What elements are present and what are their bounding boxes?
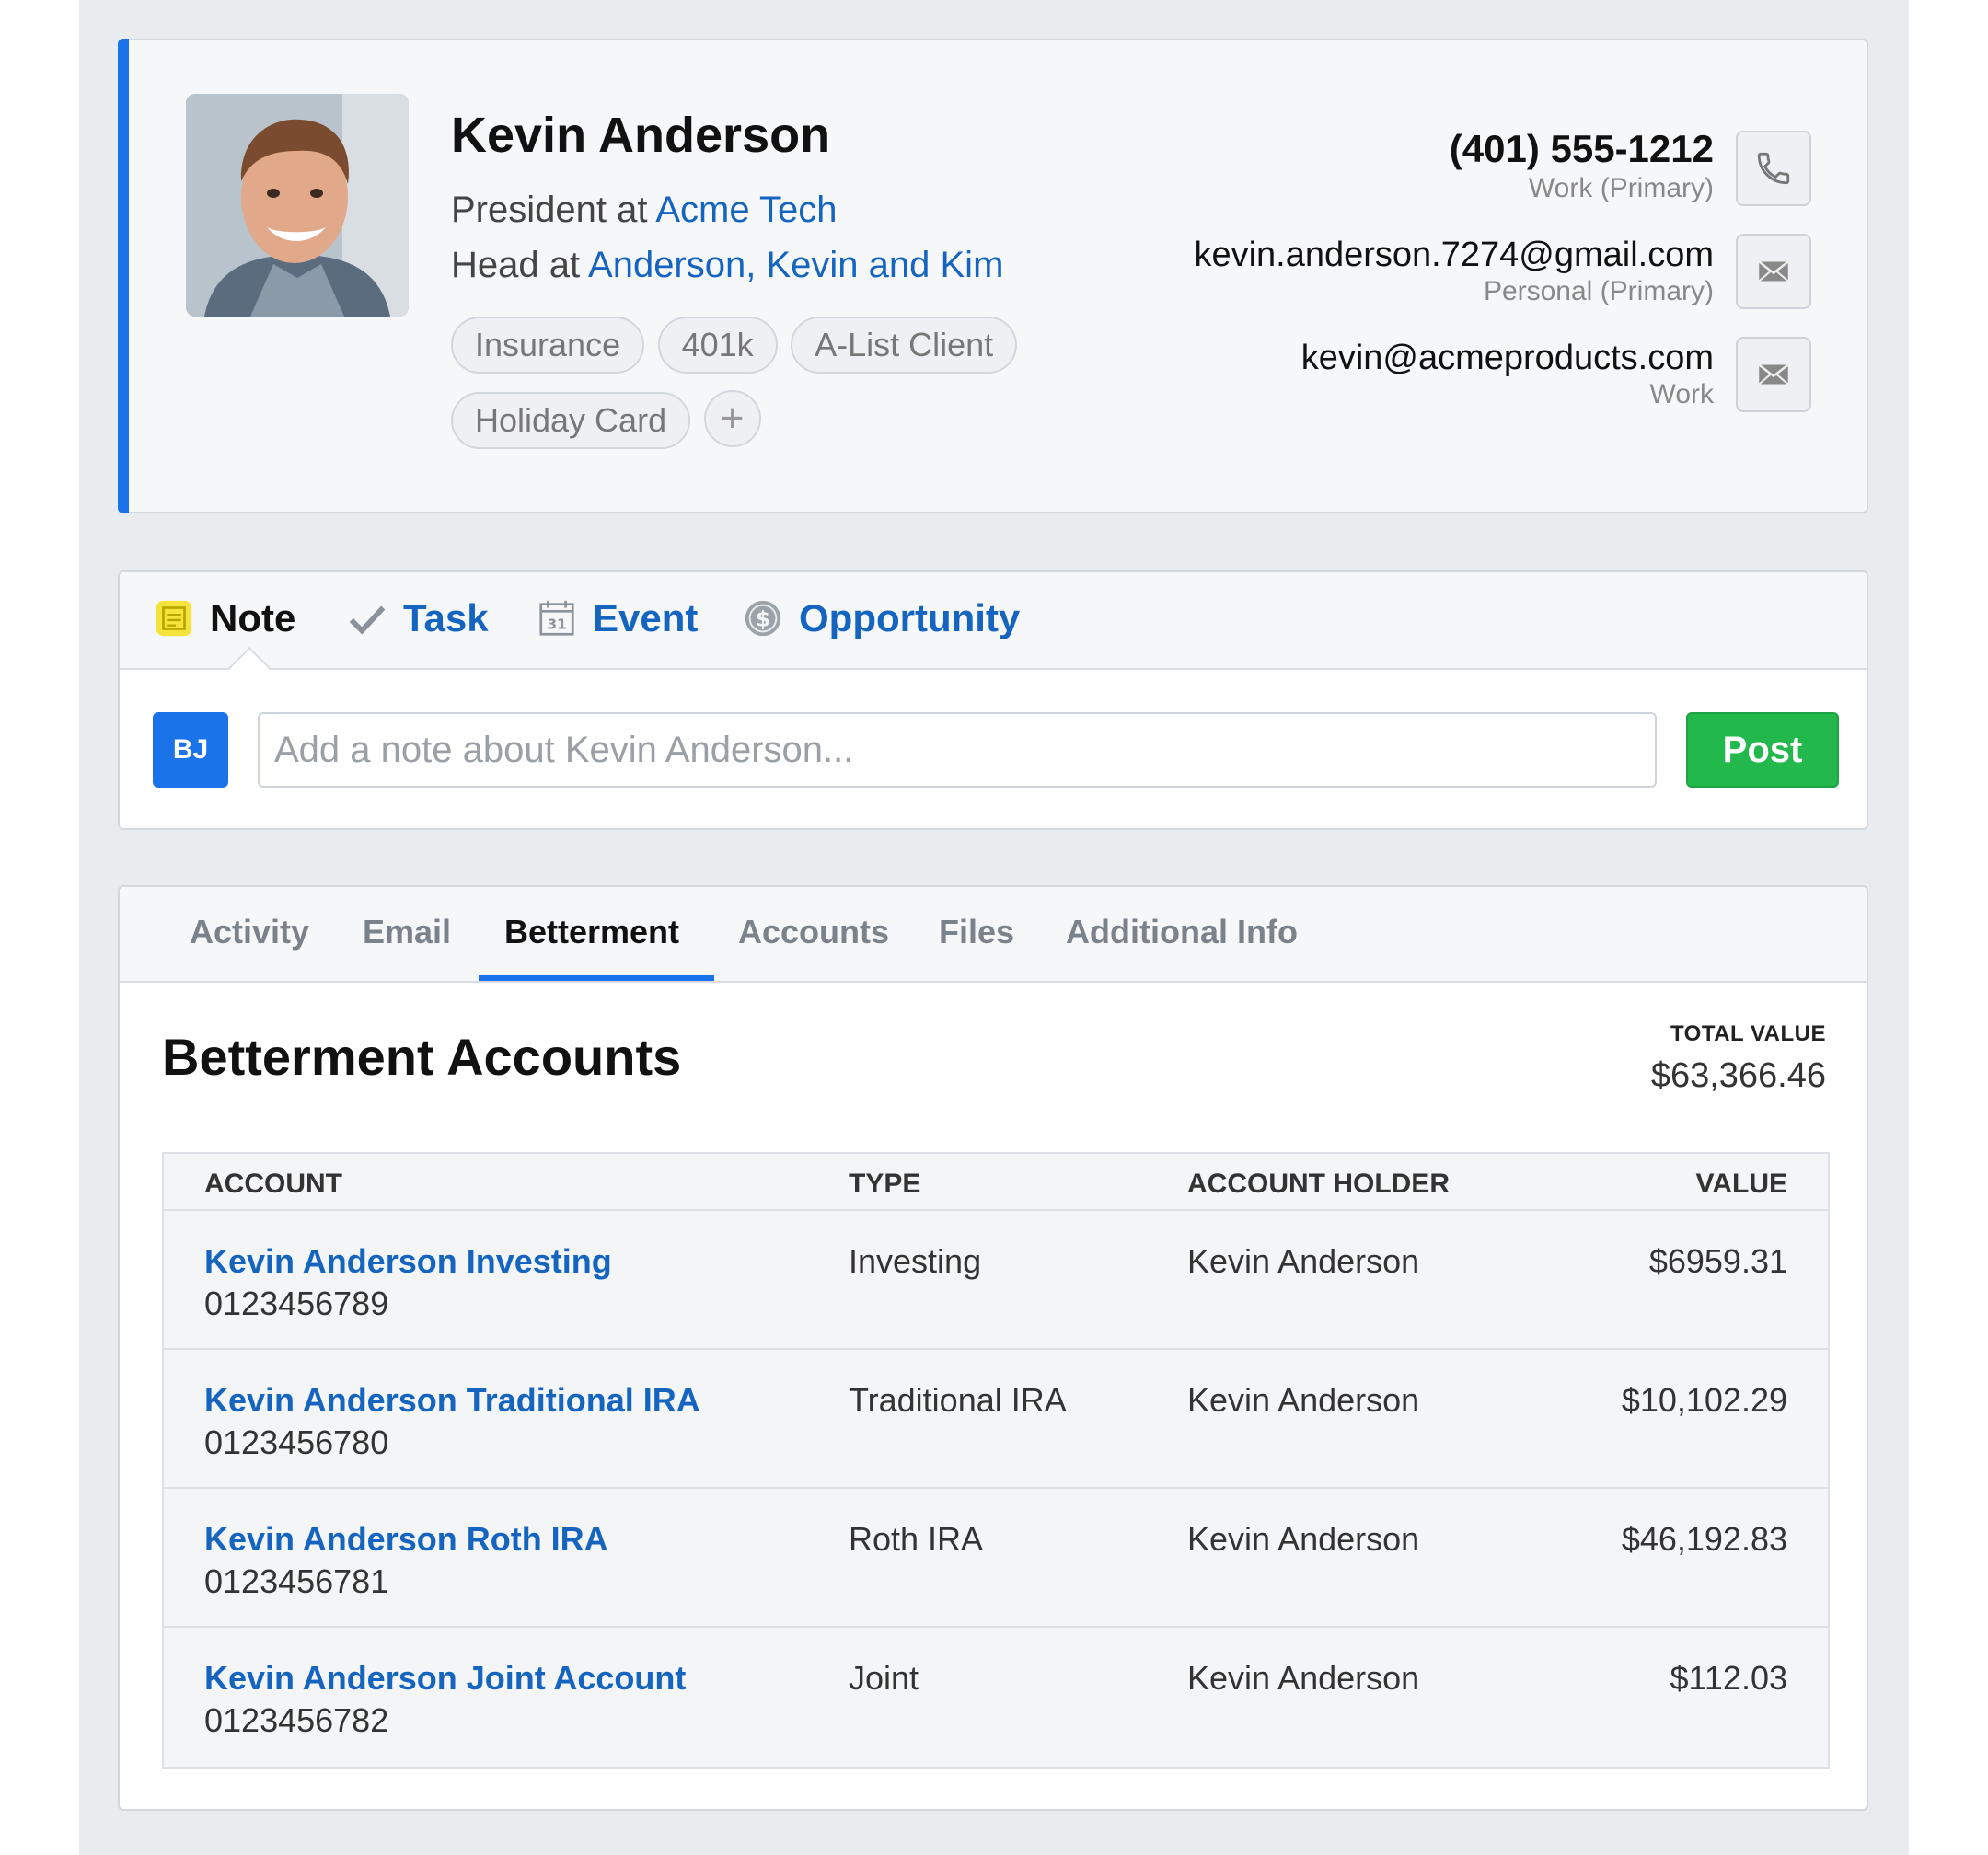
section-title: Betterment Accounts — [162, 1028, 682, 1086]
account-name-link[interactable]: Kevin Anderson Joint Account — [204, 1659, 686, 1698]
account-number: 0123456782 — [204, 1701, 389, 1739]
tab-event-label: Event — [593, 596, 699, 639]
column-header-value: VALUE — [1695, 1169, 1787, 1199]
account-holder: Kevin Anderson — [1187, 1520, 1420, 1558]
tab-event[interactable]: 31 Event — [536, 596, 698, 640]
tab-additional-info[interactable]: Additional Info — [1066, 913, 1298, 951]
tab-betterment[interactable]: Betterment — [504, 913, 679, 951]
tag-401k[interactable]: 401k — [657, 317, 778, 374]
account-type: Investing — [849, 1242, 982, 1280]
dollar-coin-icon: $ — [742, 597, 784, 639]
tab-note[interactable]: Note — [153, 596, 295, 640]
active-tab-indicator — [479, 975, 714, 981]
table-header: ACCOUNT TYPE ACCOUNT HOLDER VALUE — [164, 1154, 1828, 1211]
account-value: $10,102.29 — [1621, 1381, 1787, 1419]
email-work-row: kevin@acmeproducts.com Work — [1112, 337, 1811, 442]
svg-text:$: $ — [756, 608, 770, 632]
account-holder: Kevin Anderson — [1187, 1381, 1420, 1419]
account-value: $6959.31 — [1648, 1242, 1787, 1280]
tab-opportunity[interactable]: $ Opportunity — [742, 596, 1020, 640]
checkmark-icon — [346, 597, 388, 639]
account-number: 0123456780 — [204, 1423, 389, 1461]
table-row: Kevin Anderson Joint Account 0123456782 … — [164, 1628, 1828, 1767]
panel-tabs: Activity Email Betterment Accounts Files… — [120, 887, 1867, 983]
tab-email[interactable]: Email — [363, 913, 451, 951]
table-row: Kevin Anderson Investing 0123456789 Inve… — [164, 1211, 1828, 1350]
tab-activity[interactable]: Activity — [190, 913, 309, 951]
accounts-table: ACCOUNT TYPE ACCOUNT HOLDER VALUE Kevin … — [162, 1152, 1830, 1769]
tag-a-list-client[interactable]: A-List Client — [791, 317, 1018, 374]
call-button[interactable] — [1736, 131, 1811, 206]
table-row: Kevin Anderson Traditional IRA 012345678… — [164, 1350, 1828, 1489]
account-value: $46,192.83 — [1621, 1520, 1787, 1558]
svg-text:31: 31 — [547, 616, 566, 633]
email-work-label: Work — [1649, 379, 1714, 409]
details-panel: Activity Email Betterment Accounts Files… — [118, 885, 1868, 1811]
total-value-label: TOTAL VALUE — [1670, 1021, 1826, 1046]
tab-accounts[interactable]: Accounts — [738, 913, 889, 951]
total-value: $63,366.46 — [1650, 1056, 1826, 1095]
tab-note-label: Note — [210, 596, 296, 639]
email-personal-button[interactable] — [1736, 234, 1811, 309]
envelope-icon — [1758, 363, 1789, 386]
phone-number[interactable]: (401) 555-1212 — [1450, 127, 1714, 171]
add-tag-button[interactable]: + — [703, 390, 761, 447]
contact-card-accent-bar — [118, 39, 129, 513]
note-icon — [153, 597, 195, 639]
company-link[interactable]: Acme Tech — [655, 190, 837, 230]
contact-methods: (401) 555-1212 Work (Primary) kevin.ande… — [1112, 127, 1811, 442]
table-row: Kevin Anderson Roth IRA 0123456781 Roth … — [164, 1489, 1828, 1628]
calendar-icon: 31 — [536, 597, 578, 639]
column-header-account: ACCOUNT — [204, 1169, 342, 1199]
contact-role-primary: President at Acme Tech — [451, 190, 838, 231]
note-input[interactable] — [258, 712, 1657, 788]
household-link[interactable]: Anderson, Kevin and Kim — [588, 245, 1003, 285]
contact-photo — [186, 94, 409, 317]
tab-files[interactable]: Files — [939, 913, 1014, 951]
email-work[interactable]: kevin@acmeproducts.com — [1301, 339, 1714, 378]
tag-insurance[interactable]: Insurance — [451, 317, 645, 374]
email-work-button[interactable] — [1736, 337, 1811, 412]
tab-task-label: Task — [403, 596, 489, 639]
tag-list: Insurance 401k A-List Client Holiday Car… — [451, 317, 1058, 466]
account-name-link[interactable]: Kevin Anderson Traditional IRA — [204, 1381, 700, 1420]
account-name-link[interactable]: Kevin Anderson Roth IRA — [204, 1520, 608, 1559]
role-prefix: Head at — [451, 245, 589, 285]
role-prefix: President at — [451, 190, 656, 230]
phone-icon — [1757, 152, 1790, 185]
account-type: Roth IRA — [849, 1520, 984, 1558]
composer-tabs: Note Task 31 Event $ Opportunity — [120, 572, 1867, 670]
email-personal[interactable]: kevin.anderson.7274@gmail.com — [1194, 236, 1714, 275]
column-header-type: TYPE — [849, 1169, 921, 1199]
activity-composer: Note Task 31 Event $ Opportunity BJ Post — [118, 570, 1868, 830]
account-number: 0123456781 — [204, 1562, 389, 1600]
post-button[interactable]: Post — [1686, 712, 1839, 788]
user-avatar: BJ — [153, 712, 228, 788]
contact-card: Kevin Anderson President at Acme Tech He… — [118, 39, 1868, 513]
contact-name: Kevin Anderson — [451, 108, 831, 163]
email-personal-row: kevin.anderson.7274@gmail.com Personal (… — [1112, 234, 1811, 339]
tag-holiday-card[interactable]: Holiday Card — [451, 392, 691, 449]
email-personal-label: Personal (Primary) — [1483, 276, 1714, 306]
contact-role-household: Head at Anderson, Kevin and Kim — [451, 245, 1003, 286]
phone-label: Work (Primary) — [1528, 173, 1714, 203]
account-type: Traditional IRA — [849, 1381, 1067, 1419]
account-number: 0123456789 — [204, 1285, 389, 1322]
account-name-link[interactable]: Kevin Anderson Investing — [204, 1242, 612, 1281]
envelope-icon — [1758, 260, 1789, 282]
tab-task[interactable]: Task — [346, 596, 489, 640]
account-value: $112.03 — [1670, 1659, 1787, 1697]
tab-opportunity-label: Opportunity — [799, 596, 1021, 639]
phone-row: (401) 555-1212 Work (Primary) — [1112, 127, 1811, 236]
account-holder: Kevin Anderson — [1187, 1659, 1420, 1697]
column-header-account-holder: ACCOUNT HOLDER — [1187, 1169, 1450, 1199]
account-holder: Kevin Anderson — [1187, 1242, 1420, 1280]
account-type: Joint — [849, 1659, 919, 1697]
